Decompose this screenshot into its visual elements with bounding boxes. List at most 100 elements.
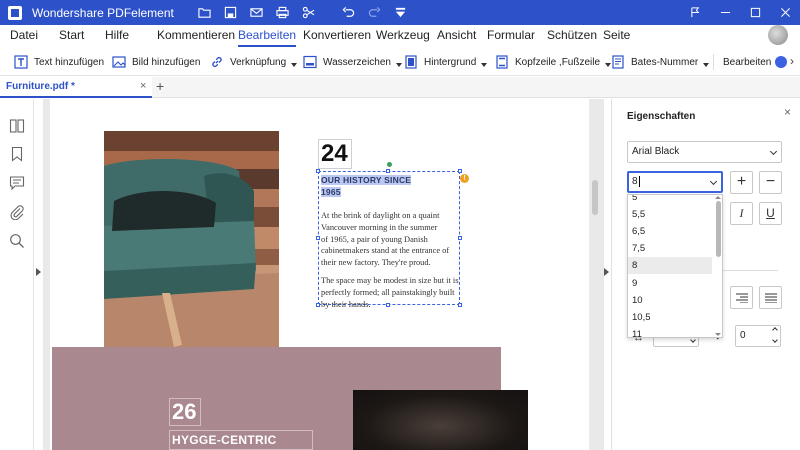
menu-hilfe[interactable]: Hilfe [105,25,129,47]
warning-icon[interactable]: ! [460,174,469,183]
spin-down-icon[interactable] [772,337,778,343]
size-option[interactable]: 10,5 [628,309,712,326]
scissors-icon[interactable] [296,0,322,25]
line-spacing-input[interactable]: 0 [735,325,781,347]
menu-konvertieren[interactable]: Konvertieren [303,25,371,47]
scroll-down-icon[interactable] [715,333,721,336]
lamp-photo[interactable] [353,390,528,450]
font-size-input[interactable]: 8 [627,171,723,193]
menu-datei[interactable]: Datei [10,25,38,47]
chevron-down-icon [769,147,778,156]
minimize-icon[interactable] [710,0,740,25]
undo-icon[interactable] [336,0,362,25]
resize-handle[interactable] [316,303,320,307]
add-text-button[interactable]: Text hinzufügen [14,48,104,76]
chevron-down-icon[interactable] [709,177,718,186]
open-folder-icon[interactable] [192,0,218,25]
toolbar-more-icon[interactable]: › [790,54,794,68]
dropdown-scrollbar[interactable] [716,201,721,257]
thumbnails-icon[interactable] [9,118,25,134]
increase-font-button[interactable]: + [730,171,753,194]
menu-bearbeiten[interactable]: Bearbeiten [238,25,297,47]
background-label: Hintergrund [424,56,477,68]
link-dropdown-icon[interactable] [291,63,298,67]
menu-start[interactable]: Start [59,25,84,47]
title-bar: Wondershare PDFelement [0,0,800,25]
mail-icon[interactable] [244,0,270,25]
size-option[interactable]: 5,5 [628,206,712,223]
spin-up-icon[interactable] [772,327,778,333]
size-option[interactable]: 7,5 [628,240,712,257]
page-number-24[interactable]: 24 [318,139,352,169]
add-image-button[interactable]: Bild hinzufügen [112,48,200,76]
watermark-dropdown-icon[interactable] [396,63,402,67]
justify-button[interactable] [759,286,782,309]
chair-photo[interactable] [104,131,279,369]
menu-ansicht[interactable]: Ansicht [437,25,476,47]
italic-button[interactable]: I [730,202,753,225]
link-button[interactable]: Verknüpfung [210,48,298,76]
edit-mode-button[interactable]: Bearbeiten [723,48,771,76]
font-size-value: 8 [632,176,638,187]
font-family-value: Arial Black [632,146,680,157]
resize-handle[interactable] [316,169,320,173]
size-option[interactable]: 9 [628,275,712,292]
header-footer-button[interactable]: Kopfzeile ,Fußzeile [495,48,612,76]
underline-button[interactable]: U [759,202,782,225]
add-image-label: Bild hinzufügen [132,56,201,68]
user-avatar[interactable] [768,25,788,45]
resize-handle[interactable] [458,169,462,173]
flag-icon[interactable] [680,0,710,25]
link-icon [210,55,224,69]
size-option[interactable]: 5 [628,195,712,206]
resize-handle[interactable] [316,236,320,240]
customize-dropdown-icon[interactable] [388,0,414,25]
bates-button[interactable]: Bates-Nummer [611,48,710,76]
menu-seite[interactable]: Seite [603,25,630,47]
resize-handle[interactable] [386,169,390,173]
menu-werkzeug[interactable]: Werkzeug [376,25,430,47]
save-icon[interactable] [218,0,244,25]
size-option-selected[interactable]: 8 [628,257,712,274]
decrease-font-button[interactable]: − [759,171,782,194]
panel-close-icon[interactable]: × [784,105,791,119]
align-right-icon [735,293,748,304]
comment-icon[interactable] [9,175,25,191]
search-icon[interactable] [9,233,25,249]
watermark-button[interactable]: Wasserzeichen [303,48,402,76]
font-family-select[interactable]: Arial Black [627,141,782,163]
edit-toggle-icon[interactable] [775,56,787,68]
bates-icon [611,55,625,69]
left-panel-toggle-icon[interactable] [36,268,41,276]
right-panel-toggle-icon[interactable] [604,268,609,276]
rotate-handle[interactable] [387,162,392,167]
background-button[interactable]: Hintergrund [404,48,488,76]
bookmark-icon[interactable] [9,146,25,162]
size-option[interactable]: 10 [628,292,712,309]
attachment-icon[interactable] [9,204,25,221]
watermark-label: Wasserzeichen [323,56,391,68]
align-right-button[interactable] [730,286,753,309]
size-option[interactable]: 11 [628,326,712,337]
print-icon[interactable] [270,0,296,25]
close-window-icon[interactable] [770,0,800,25]
maximize-icon[interactable] [740,0,770,25]
background-dropdown-icon[interactable] [481,63,488,67]
canvas-scrollbar[interactable] [592,180,598,215]
hygge-heading: HYGGE-CENTRIC [172,433,277,447]
line-spacing-value: 0 [740,330,746,341]
menu-kommentieren[interactable]: Kommentieren [157,25,235,47]
new-tab-icon[interactable]: + [156,78,164,94]
bates-label: Bates-Nummer [631,56,699,68]
menu-formular[interactable]: Formular [487,25,535,47]
bates-dropdown-icon[interactable] [703,63,710,67]
page-number-26[interactable]: 26 [169,398,201,426]
tab-close-icon[interactable]: × [140,80,146,92]
history-heading-line-2: 1965 [321,187,341,197]
size-option[interactable]: 6,5 [628,223,712,240]
header-footer-label: Kopfzeile ,Fußzeile [515,56,601,68]
spin-down-icon[interactable] [690,337,696,343]
tab-furniture-pdf[interactable]: Furniture.pdf * × [0,77,152,98]
menu-schuetzen[interactable]: Schützen [547,25,597,47]
scroll-up-icon[interactable] [715,196,721,199]
